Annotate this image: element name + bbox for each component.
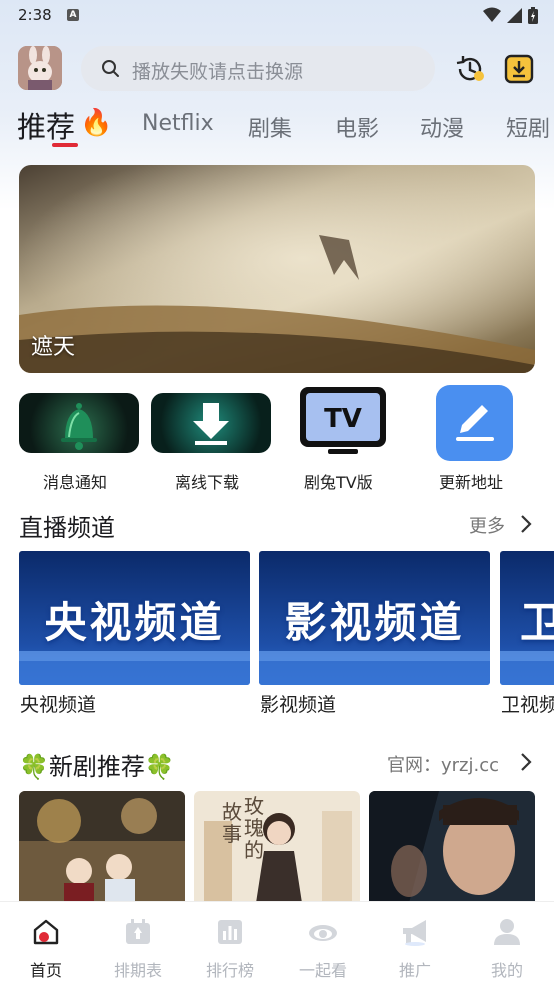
official-site-link[interactable]: 官网：yrzj.cc <box>387 751 499 777</box>
fire-icon: 🔥 <box>80 108 113 138</box>
nav-label: 排期表 <box>113 961 162 980</box>
status-icons <box>483 6 538 24</box>
quick-entry-label: 更新地址 <box>439 473 504 492</box>
poster-char: 玫 <box>244 794 264 818</box>
poster-image: 故 玫 事 瑰 的 <box>194 791 360 903</box>
channel-name: 影视频道 <box>260 694 337 716</box>
poster-image <box>19 791 185 903</box>
live-card-satellite[interactable]: 卫视频道 <box>500 551 554 685</box>
quick-entry-notifications[interactable]: 消息通知 <box>19 385 139 495</box>
chevron-right-icon[interactable] <box>520 514 532 534</box>
nav-label: 首页 <box>29 961 62 980</box>
quick-entry-tv[interactable]: TV 剧兔TV版 <box>298 385 388 495</box>
live-section-title: 直播频道 <box>19 514 115 542</box>
live-card-cctv[interactable]: 央视频道 <box>19 551 250 685</box>
card-text: 卫视频道 <box>520 598 554 647</box>
poster-char: 的 <box>244 838 264 862</box>
nav-schedule[interactable]: 排期表 <box>92 902 184 984</box>
history-button[interactable] <box>454 53 486 85</box>
download-icon <box>151 393 271 453</box>
poster-drama-3[interactable] <box>369 791 535 903</box>
poster-char: 事 <box>222 822 242 846</box>
user-icon <box>494 919 520 945</box>
channel-name: 卫视频道 <box>501 694 554 716</box>
quick-entry-label: 剧兔TV版 <box>304 473 373 492</box>
wifi-icon <box>483 7 501 22</box>
category-tabs: 推荐 🔥 Netflix 剧集 电影 动漫 短剧 <box>0 104 554 150</box>
chevron-right-icon[interactable] <box>520 752 532 772</box>
channel-name: 央视频道 <box>20 694 97 716</box>
quick-entry-label: 消息通知 <box>43 473 108 492</box>
bell-icon <box>19 393 139 453</box>
card-text: 影视频道 <box>284 598 465 647</box>
quick-entry-download[interactable]: 离线下载 <box>151 385 271 495</box>
tab-short-drama[interactable]: 短剧 <box>506 111 550 143</box>
poster-drama-1[interactable] <box>19 791 185 903</box>
history-icon <box>456 56 484 81</box>
nav-home[interactable]: 首页 <box>0 902 92 984</box>
live-card-movie[interactable]: 影视频道 <box>259 551 490 685</box>
notification-icon: A <box>67 9 79 21</box>
quick-entry-update-address[interactable]: 更新地址 <box>436 385 514 495</box>
search-icon <box>102 60 119 77</box>
megaphone-icon <box>403 920 426 946</box>
home-icon <box>33 919 59 945</box>
download-box-icon <box>504 54 534 84</box>
tab-netflix[interactable]: Netflix <box>142 111 214 136</box>
nav-watch-together[interactable]: 一起看 <box>277 902 369 984</box>
tab-recommend[interactable]: 推荐 <box>17 104 75 146</box>
tab-movies[interactable]: 电影 <box>335 111 379 143</box>
nav-label: 我的 <box>490 961 523 980</box>
banner-image <box>19 165 535 373</box>
rabbit-avatar-icon <box>18 46 62 90</box>
nav-profile[interactable]: 我的 <box>461 902 553 984</box>
poster-image <box>369 791 535 903</box>
edit-icon <box>436 385 513 461</box>
banner-title: 遮天 <box>31 335 76 360</box>
card-text: 央视频道 <box>44 598 225 647</box>
status-bar: 2:38 A <box>0 0 554 32</box>
live-more-link[interactable]: 更多 <box>469 512 505 538</box>
calendar-icon <box>126 919 150 944</box>
chart-icon <box>218 920 242 944</box>
nav-ranking[interactable]: 排行榜 <box>184 902 276 984</box>
nav-label: 推广 <box>398 961 431 980</box>
tab-anime[interactable]: 动漫 <box>420 111 464 143</box>
search-bar[interactable]: 播放失败请点击换源 <box>81 46 435 91</box>
eye-icon <box>309 925 337 941</box>
status-time: 2:38 <box>18 6 52 24</box>
nav-promote[interactable]: 推广 <box>369 902 461 984</box>
signal-icon <box>507 7 522 23</box>
nav-label: 排行榜 <box>205 961 254 980</box>
tab-series[interactable]: 剧集 <box>248 111 292 143</box>
new-drama-section-title: 🍀新剧推荐🍀 <box>19 753 175 781</box>
bottom-navigation: 首页 排期表 排行榜 一起看 推广 我的 <box>0 901 554 984</box>
avatar[interactable] <box>18 46 62 90</box>
nav-label: 一起看 <box>298 961 347 980</box>
poster-char: 故 <box>222 800 242 824</box>
active-tab-indicator <box>52 143 78 147</box>
search-placeholder: 播放失败请点击换源 <box>132 61 304 83</box>
svg-text:TV: TV <box>324 404 362 434</box>
poster-drama-2[interactable]: 故 玫 事 瑰 的 <box>194 791 360 903</box>
tv-icon: TV <box>298 385 388 461</box>
battery-icon <box>528 6 538 24</box>
hero-banner[interactable]: 遮天 <box>19 165 535 373</box>
quick-entry-label: 离线下载 <box>175 473 240 492</box>
download-manager-button[interactable] <box>503 53 535 85</box>
poster-char: 瑰 <box>244 816 264 840</box>
